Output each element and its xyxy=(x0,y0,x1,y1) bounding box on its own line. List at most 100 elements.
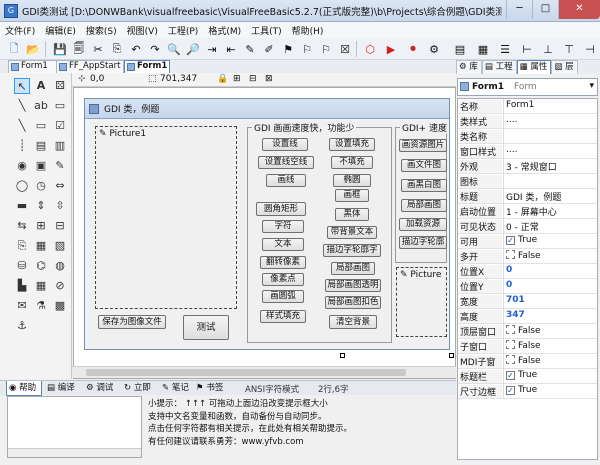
prop-row[interactable]: 启动位置 1 - 屏幕中心 xyxy=(458,204,597,219)
prop-row[interactable]: 外观 3 - 常规窗口 xyxy=(458,159,597,174)
prop-row[interactable]: 多开 False xyxy=(458,249,597,264)
char-button[interactable]: 字符 xyxy=(262,220,304,233)
partial-transparent-button[interactable]: 局部画图透明 xyxy=(325,279,381,292)
listview-icon[interactable]: ⊟ xyxy=(52,218,68,234)
test-button[interactable]: 测试 xyxy=(183,315,229,340)
bold-font-button[interactable]: 黑体 xyxy=(335,208,369,221)
tab-form1-active[interactable]: Form1 xyxy=(124,60,170,73)
shape-icon[interactable]: ╲ xyxy=(14,118,30,134)
unchecked-checkbox-icon[interactable] xyxy=(506,250,515,259)
resource-image-button[interactable]: 画资源图片 xyxy=(399,139,447,152)
updown-icon[interactable]: ⇳ xyxy=(52,198,68,214)
tab-immediate[interactable]: ↻ 立即 xyxy=(122,381,158,396)
tab-bookmarks[interactable]: ⚑ 书签 xyxy=(194,381,230,396)
menu-view[interactable]: 视图(V) xyxy=(122,24,163,37)
menu-tools[interactable]: 工具(T) xyxy=(246,24,287,37)
pencil-icon[interactable]: ✎ xyxy=(52,158,68,174)
hscroll-icon[interactable]: ⇆ xyxy=(14,218,30,234)
scrollbar-thumb[interactable] xyxy=(86,369,406,376)
browser-icon[interactable]: ◍ xyxy=(52,258,68,274)
compile-icon[interactable]: ⚙ xyxy=(426,41,442,57)
tab-control-icon[interactable]: ⎘ xyxy=(14,238,30,254)
tab-project[interactable]: ▤ 工程 xyxy=(481,60,517,74)
set-line-null-button[interactable]: 设置线空线 xyxy=(258,156,314,169)
toolbar-control-icon[interactable]: ▧ xyxy=(52,238,68,254)
form-window[interactable]: GDI 类，例题 ✎ Picture1 保存为图像文件 测试 GDI 画画速度快… xyxy=(84,98,450,350)
anchor-icon[interactable]: ⚓ xyxy=(14,318,30,334)
menu-search[interactable]: 搜索(S) xyxy=(81,24,122,37)
user-control-icon[interactable]: ⚗ xyxy=(33,298,49,314)
redo-icon[interactable]: ↷ xyxy=(147,41,163,57)
richtext-icon[interactable]: ✉ xyxy=(14,298,30,314)
outline-text2-button[interactable]: 描边字轮廓 xyxy=(399,236,447,249)
tab-library[interactable]: ⚙ 库 xyxy=(456,60,482,74)
style-fill-button[interactable]: 样式填充 xyxy=(260,310,306,323)
invert-pixel-button[interactable]: 翻转像素 xyxy=(260,256,306,269)
file-image-button[interactable]: 画文件图 xyxy=(401,159,447,172)
prop-row[interactable]: 可用 ✓ True xyxy=(458,234,597,249)
align-bottom-icon[interactable]: ⊣ xyxy=(582,41,598,57)
partial-draw2-button[interactable]: 局部画图 xyxy=(401,199,447,212)
tab-notes[interactable]: ✎ 笔记 xyxy=(160,381,196,396)
prop-row[interactable]: 名称 Form1 xyxy=(458,99,597,114)
bookmark-icon[interactable]: ⚑ xyxy=(280,41,296,57)
prop-row[interactable]: 标题 GDI 类，例题 xyxy=(458,189,597,204)
prop-row[interactable]: 类名称 xyxy=(458,129,597,144)
image-list-icon[interactable]: ▣ xyxy=(33,158,49,174)
statusbar-icon[interactable]: ▦ xyxy=(33,238,49,254)
pixel-button[interactable]: 像素点 xyxy=(262,273,304,286)
lock-icon[interactable]: 🔒 xyxy=(217,74,228,84)
unchecked-checkbox-icon[interactable] xyxy=(506,340,515,349)
grid-control-icon[interactable]: ▦ xyxy=(33,278,49,294)
resize-handle[interactable] xyxy=(340,353,345,358)
open-folder-icon[interactable]: 📂 xyxy=(25,41,41,57)
minimize-button[interactable]: ─ xyxy=(506,0,532,19)
prop-row[interactable]: MDI子窗 False xyxy=(458,354,597,369)
bookmark-next-icon[interactable]: ⚐ xyxy=(299,41,315,57)
outline-text-button[interactable]: 描边字轮廓字 xyxy=(323,244,381,257)
bookmark-prev-icon[interactable]: ⚐ xyxy=(318,41,334,57)
checked-checkbox-icon[interactable]: ✓ xyxy=(506,236,515,245)
menu-format[interactable]: 格式(M) xyxy=(203,24,246,37)
treeview-icon[interactable]: ⊞ xyxy=(33,218,49,234)
align-left-icon[interactable]: ⊢ xyxy=(519,41,535,57)
text-bg-button[interactable]: 带背景文本 xyxy=(327,226,377,239)
image-icon[interactable]: ▦ xyxy=(475,41,491,57)
db-icon[interactable]: ⛁ xyxy=(14,258,30,274)
menu-help[interactable]: 帮助(H) xyxy=(287,24,329,37)
line-icon[interactable]: ╲ xyxy=(14,98,30,114)
chart-icon[interactable]: ▙ xyxy=(14,278,30,294)
outdent-icon[interactable]: ⇤ xyxy=(223,41,239,57)
prop-row[interactable]: 子窗口 False xyxy=(458,339,597,354)
round-rect-button[interactable]: 圆角矩形 xyxy=(256,202,306,216)
prop-row[interactable]: 宽度 701 xyxy=(458,294,597,309)
set-fill-button[interactable]: 设置填充 xyxy=(329,138,375,151)
listbox-icon[interactable]: ▤ xyxy=(33,138,49,154)
textbox-icon[interactable]: ab xyxy=(33,98,49,114)
tab-help[interactable]: ◉ 帮助 xyxy=(6,381,42,396)
menu-project[interactable]: 工程(P) xyxy=(163,24,203,37)
menu-edit[interactable]: 编辑(E) xyxy=(40,24,81,37)
copy-icon[interactable]: ⎘ xyxy=(109,41,125,57)
radio-icon[interactable]: ◉ xyxy=(14,158,30,174)
menu-file[interactable]: 文件(F) xyxy=(0,24,40,37)
bw-image-button[interactable]: 画黑白图 xyxy=(401,179,447,192)
load-resource-button[interactable]: 加载资源 xyxy=(399,218,447,231)
partial-draw-button[interactable]: 局部画图 xyxy=(331,262,375,275)
vscroll-icon[interactable]: ⇕ xyxy=(33,198,49,214)
prop-row[interactable]: 位置X 0 xyxy=(458,264,597,279)
slider-icon[interactable]: ⇔ xyxy=(52,178,68,194)
checkbox-icon[interactable]: ☑ xyxy=(52,118,68,134)
prop-row[interactable]: 标题栏 ✓ True xyxy=(458,369,597,384)
designer-scrollbar[interactable] xyxy=(72,366,456,378)
frame-icon[interactable]: ▭ xyxy=(52,98,68,114)
list-icon[interactable]: ☰ xyxy=(497,41,513,57)
find-icon[interactable]: 🔍 xyxy=(166,41,182,57)
calendar-icon[interactable]: ▩ xyxy=(52,298,68,314)
prop-row[interactable]: 位置Y 0 xyxy=(458,279,597,294)
tab-compile[interactable]: ▤ 编译 xyxy=(45,381,81,396)
cut-icon[interactable]: ✂ xyxy=(90,41,106,57)
label-icon[interactable]: A xyxy=(33,78,49,94)
socket-icon[interactable]: ⌬ xyxy=(33,258,49,274)
checked-checkbox-icon[interactable]: ✓ xyxy=(506,386,515,395)
